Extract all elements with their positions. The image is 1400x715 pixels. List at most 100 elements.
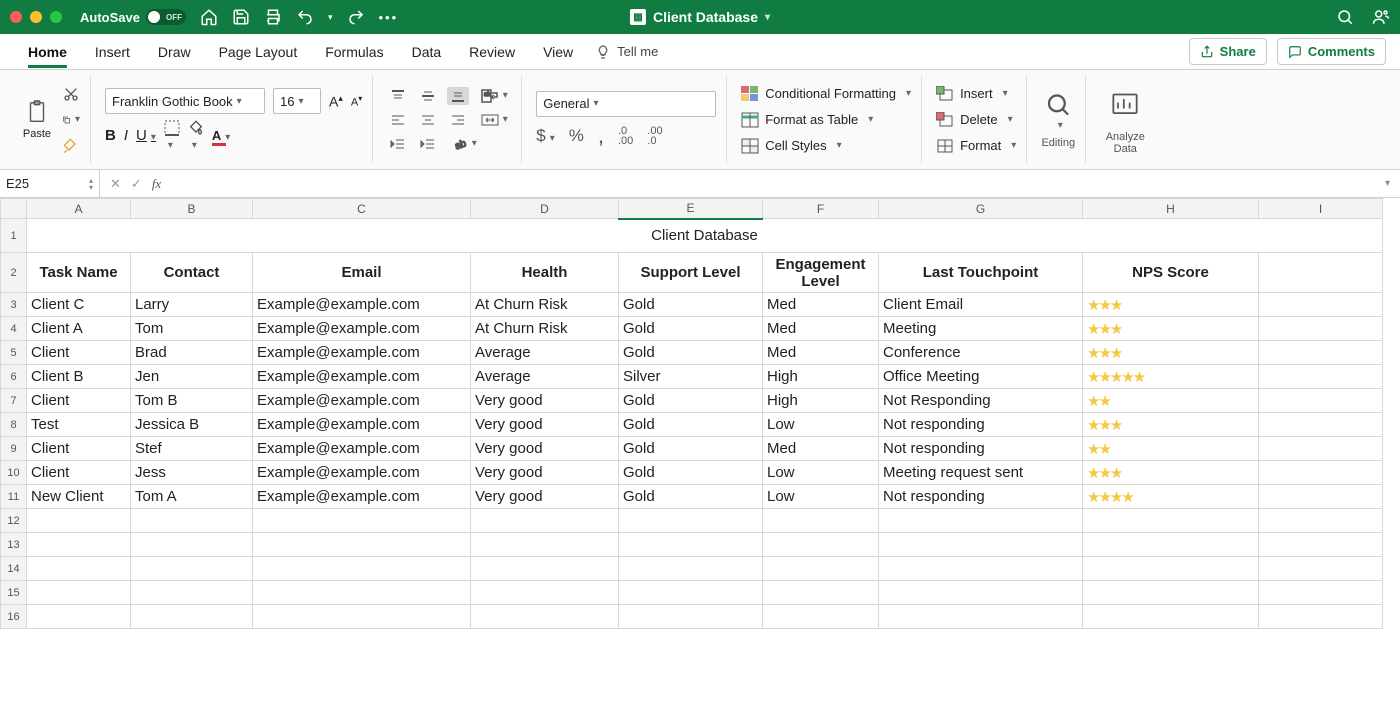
cell[interactable]: Meeting request sent [879, 461, 1083, 485]
cell[interactable] [471, 557, 619, 581]
cell[interactable]: Very good [471, 413, 619, 437]
italic-button[interactable]: I [124, 127, 128, 144]
cell[interactable] [1259, 341, 1383, 365]
cell[interactable]: Gold [619, 485, 763, 509]
cell[interactable] [1259, 605, 1383, 629]
cell[interactable] [27, 509, 131, 533]
cell[interactable]: Low [763, 461, 879, 485]
cell[interactable] [253, 581, 471, 605]
row-header[interactable]: 2 [1, 253, 27, 293]
nps-stars-cell[interactable]: ★★★ [1083, 317, 1259, 341]
increase-font-icon[interactable]: A▴ [329, 93, 343, 110]
redo-icon[interactable] [347, 8, 365, 26]
row-header[interactable]: 14 [1, 557, 27, 581]
close-window-icon[interactable] [10, 11, 22, 23]
cell[interactable] [1259, 389, 1383, 413]
cell[interactable]: Meeting [879, 317, 1083, 341]
analyze-data-button[interactable] [1108, 85, 1142, 125]
column-header-F[interactable]: F [763, 199, 879, 219]
nps-stars-cell[interactable]: ★★★★★ [1083, 365, 1259, 389]
cell[interactable] [1259, 437, 1383, 461]
autosave-toggle[interactable]: AutoSave OFF [80, 9, 186, 25]
fill-color-button[interactable] [188, 120, 204, 151]
table-header-cell[interactable]: Task Name [27, 253, 131, 293]
cell[interactable] [1083, 557, 1259, 581]
nps-stars-cell[interactable]: ★★★ [1083, 461, 1259, 485]
cell[interactable] [1259, 413, 1383, 437]
cell[interactable]: Med [763, 341, 879, 365]
cell[interactable]: Example@example.com [253, 461, 471, 485]
column-header-B[interactable]: B [131, 199, 253, 219]
table-header-cell[interactable]: Support Level [619, 253, 763, 293]
cell[interactable]: Very good [471, 461, 619, 485]
table-header-cell[interactable]: Last Touchpoint [879, 253, 1083, 293]
insert-button[interactable]: Insert [936, 84, 1016, 104]
editing-button[interactable] [1041, 91, 1075, 131]
currency-icon[interactable]: $ [536, 126, 555, 146]
cell[interactable]: Tom A [131, 485, 253, 509]
cell[interactable] [1259, 485, 1383, 509]
align-left-icon[interactable] [387, 111, 409, 129]
cell[interactable] [1083, 581, 1259, 605]
cell[interactable]: Client [27, 437, 131, 461]
align-top-icon[interactable] [387, 87, 409, 105]
cell[interactable] [763, 581, 879, 605]
cell[interactable]: Very good [471, 485, 619, 509]
cell[interactable] [1259, 317, 1383, 341]
font-size-select[interactable]: 16 [273, 88, 321, 114]
row-header[interactable]: 16 [1, 605, 27, 629]
cell[interactable]: Client B [27, 365, 131, 389]
column-header-D[interactable]: D [471, 199, 619, 219]
cell[interactable] [131, 557, 253, 581]
cell[interactable]: Not responding [879, 437, 1083, 461]
search-icon[interactable] [1336, 8, 1354, 26]
cell[interactable]: At Churn Risk [471, 317, 619, 341]
cell[interactable] [471, 509, 619, 533]
cell[interactable]: New Client [27, 485, 131, 509]
save-icon[interactable] [232, 8, 250, 26]
home-icon[interactable] [200, 8, 218, 26]
more-icon[interactable]: ••• [379, 10, 399, 25]
cell[interactable] [131, 581, 253, 605]
cell[interactable]: Jess [131, 461, 253, 485]
cell[interactable] [1083, 605, 1259, 629]
cell[interactable]: Not Responding [879, 389, 1083, 413]
name-box[interactable]: E25 ▴▾ [0, 170, 100, 197]
align-middle-icon[interactable] [417, 87, 439, 105]
cell[interactable]: Not responding [879, 485, 1083, 509]
cell[interactable]: Example@example.com [253, 365, 471, 389]
row-header[interactable]: 12 [1, 509, 27, 533]
table-header-cell[interactable]: Email [253, 253, 471, 293]
minimize-window-icon[interactable] [30, 11, 42, 23]
document-title[interactable]: ▦ Client Database ▾ [630, 9, 770, 25]
cell[interactable] [619, 605, 763, 629]
copy-icon[interactable] [62, 111, 80, 129]
decrease-decimal-icon[interactable]: .00.0 [647, 126, 662, 146]
cell[interactable] [253, 557, 471, 581]
orientation-icon[interactable]: ab [447, 135, 481, 153]
cell[interactable]: Client C [27, 293, 131, 317]
cell[interactable] [879, 509, 1083, 533]
increase-indent-icon[interactable] [417, 135, 439, 153]
cell[interactable]: Example@example.com [253, 413, 471, 437]
cell[interactable] [879, 581, 1083, 605]
cell[interactable] [1083, 509, 1259, 533]
cell[interactable] [27, 581, 131, 605]
cell[interactable] [253, 509, 471, 533]
row-header[interactable]: 6 [1, 365, 27, 389]
cell[interactable]: High [763, 389, 879, 413]
tab-data[interactable]: Data [398, 34, 456, 69]
cell[interactable]: Gold [619, 389, 763, 413]
cut-icon[interactable] [62, 85, 80, 103]
nps-stars-cell[interactable]: ★★★ [1083, 293, 1259, 317]
cell[interactable]: Med [763, 437, 879, 461]
undo-icon[interactable] [296, 8, 314, 26]
column-header-G[interactable]: G [879, 199, 1083, 219]
cell[interactable]: Very good [471, 437, 619, 461]
underline-button[interactable]: U [136, 127, 156, 144]
cell[interactable] [131, 509, 253, 533]
cell[interactable] [1259, 509, 1383, 533]
namebox-stepper-icon[interactable]: ▴▾ [89, 177, 93, 191]
cell[interactable] [27, 605, 131, 629]
cell[interactable]: Jen [131, 365, 253, 389]
